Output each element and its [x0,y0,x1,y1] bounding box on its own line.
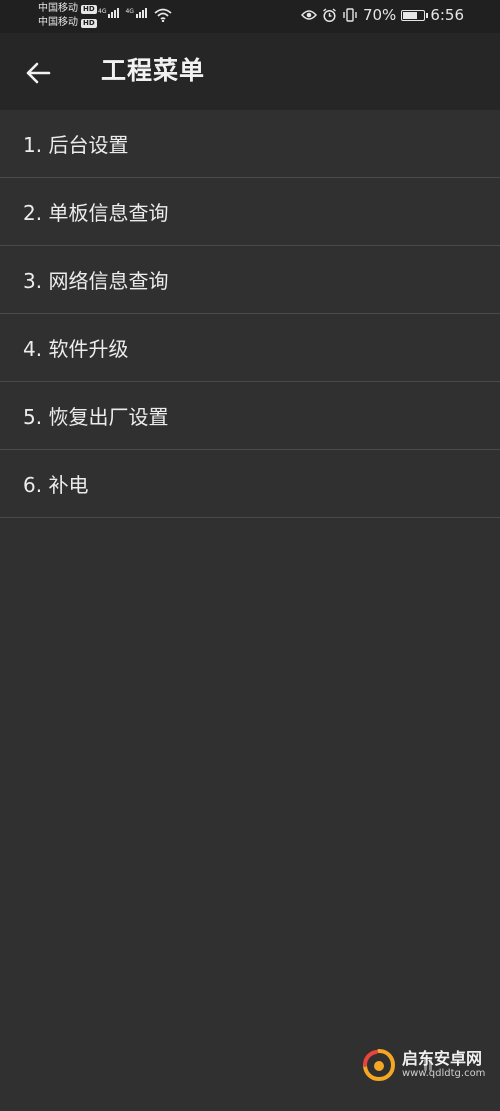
menu-item-recharge[interactable]: 6. 补电 [0,450,500,518]
carrier-info: 中国移动 HD 中国移动 HD [38,2,97,30]
menu-item-board-info[interactable]: 2. 单板信息查询 [0,178,500,246]
signal-strength-icon: 4G [98,8,120,18]
clock: 6:56 [430,6,464,24]
battery-icon [401,9,429,21]
site-watermark: 启东安卓网 www.qdldtg.com [362,1048,485,1082]
carrier-2-label: 中国移动 [38,17,78,28]
arrow-left-icon [26,62,51,84]
app-bar: 工程菜单 [0,33,500,110]
eye-comfort-icon [300,10,317,20]
network-type-label: 4G [98,8,107,15]
menu-item-factory-reset[interactable]: 5. 恢复出厂设置 [0,382,500,450]
battery-percent: 70% [362,6,397,24]
signal-strength-icon: 4G [125,8,147,18]
hd-badge: HD [81,4,97,14]
menu-item-network-info[interactable]: 3. 网络信息查询 [0,246,500,314]
wifi-icon [154,8,172,22]
signal-indicators: 4G 4G [98,8,147,18]
carrier-1-label: 中国移动 [38,3,78,14]
menu-item-software-upgrade[interactable]: 4. 软件升级 [0,314,500,382]
alarm-icon [323,7,336,22]
battery-level-fill [403,11,417,19]
page-title: 工程菜单 [101,56,206,85]
watermark-url: www.qdldtg.com [402,1068,486,1079]
back-button[interactable] [20,55,56,91]
hd-badge: HD [81,18,97,28]
status-right-group: 70% 6:56 [300,6,464,24]
watermark-logo-icon [363,1049,396,1082]
vibrate-icon [343,8,357,22]
network-type-label: 4G [125,8,134,15]
status-bar: 中国移动 HD 中国移动 HD 4G 4G 70% 6:56 [0,0,500,33]
watermark-name: 启东安卓网 [402,1049,483,1068]
menu-item-background-settings[interactable]: 1. 后台设置 [0,110,500,178]
engineering-menu-list: 1. 后台设置 2. 单板信息查询 3. 网络信息查询 4. 软件升级 5. 恢… [0,110,500,518]
